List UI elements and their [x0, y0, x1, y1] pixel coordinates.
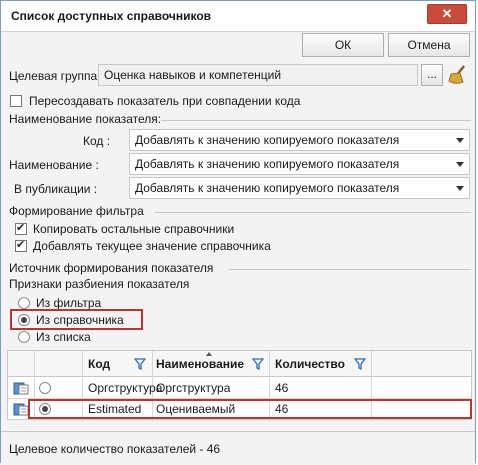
highlight-selected-row — [28, 399, 472, 419]
recreate-checkbox-label: Пересоздавать показатель при совпадении … — [29, 94, 301, 108]
filter-divider — [155, 212, 471, 213]
copy-other-checkbox[interactable] — [15, 221, 27, 235]
ok-button[interactable]: ОК — [302, 33, 384, 57]
publication-combo[interactable]: Добавлять к значению копируемого показат… — [129, 177, 470, 199]
recreate-checkbox[interactable] — [10, 95, 22, 107]
radio-from-filter[interactable] — [18, 297, 30, 309]
code-label: Код : — [83, 134, 111, 148]
cancel-button[interactable]: Отмена — [388, 33, 470, 57]
code-combo-value: Добавлять к значению копируемого показат… — [135, 133, 400, 147]
source-section-title: Источник формирования показателя — [9, 261, 214, 275]
close-button[interactable]: ✕ — [427, 4, 467, 24]
radio-from-list-label: Из списка — [36, 330, 91, 344]
target-group-label: Целевая группа: — [9, 69, 101, 83]
publication-label: В публикации : — [14, 182, 98, 196]
filter-icon[interactable] — [134, 358, 146, 370]
naming-divider — [161, 120, 471, 121]
chevron-down-icon — [456, 186, 464, 191]
add-current-label: Добавлять текущее значение справочника — [33, 239, 271, 253]
status-bar: Целевое количество показателей - 46 — [1, 431, 475, 465]
filter-icon[interactable] — [252, 358, 264, 370]
browse-button[interactable]: ... — [421, 64, 443, 86]
radio-from-list[interactable] — [18, 331, 30, 343]
filter-section-title: Формирование фильтра — [9, 204, 144, 218]
cell-count: 46 — [275, 381, 289, 395]
clear-broom-icon[interactable] — [446, 63, 470, 87]
close-icon: ✕ — [441, 6, 453, 21]
target-group-field[interactable]: Оценка навыков и компетенций — [98, 64, 418, 86]
chevron-down-icon — [456, 138, 464, 143]
status-text: Целевое количество показателей - 46 — [9, 442, 221, 456]
code-combo[interactable]: Добавлять к значению копируемого показат… — [129, 129, 470, 151]
filter-icon[interactable] — [354, 358, 366, 370]
copy-other-label: Копировать остальные справочники — [33, 222, 235, 236]
clipboard-icon[interactable] — [13, 381, 29, 395]
grid-empty-header — [371, 351, 471, 377]
highlight-radio-directory — [10, 309, 143, 330]
window-title: Список доступных справочников — [11, 9, 212, 23]
name-combo[interactable]: Добавлять к значению копируемого показат… — [129, 153, 470, 175]
clipboard-icon[interactable] — [13, 402, 29, 416]
sort-ascending-icon — [206, 352, 212, 356]
cell-name: Оргструктура — [156, 381, 231, 395]
radio-from-filter-label: Из фильтра — [36, 296, 102, 310]
chevron-down-icon — [456, 162, 464, 167]
title-bar: Список доступных справочников ✕ — [1, 1, 475, 32]
add-current-checkbox[interactable] — [15, 238, 27, 252]
row-select-radio[interactable] — [39, 382, 51, 394]
dialog-window: Список доступных справочников ✕ ОК Отмен… — [0, 0, 476, 465]
grid-corner-header — [8, 351, 82, 377]
source-subtitle: Признаки разбиения показателя — [9, 277, 190, 291]
name-combo-value: Добавлять к значению копируемого показат… — [135, 157, 400, 171]
publication-combo-value: Добавлять к значению копируемого показат… — [135, 181, 400, 195]
source-divider — [229, 269, 471, 270]
cell-code: Оргструктура — [88, 381, 163, 395]
naming-section-title: Наименование показателя: — [9, 112, 162, 126]
name-label: Наименование : — [9, 158, 99, 172]
